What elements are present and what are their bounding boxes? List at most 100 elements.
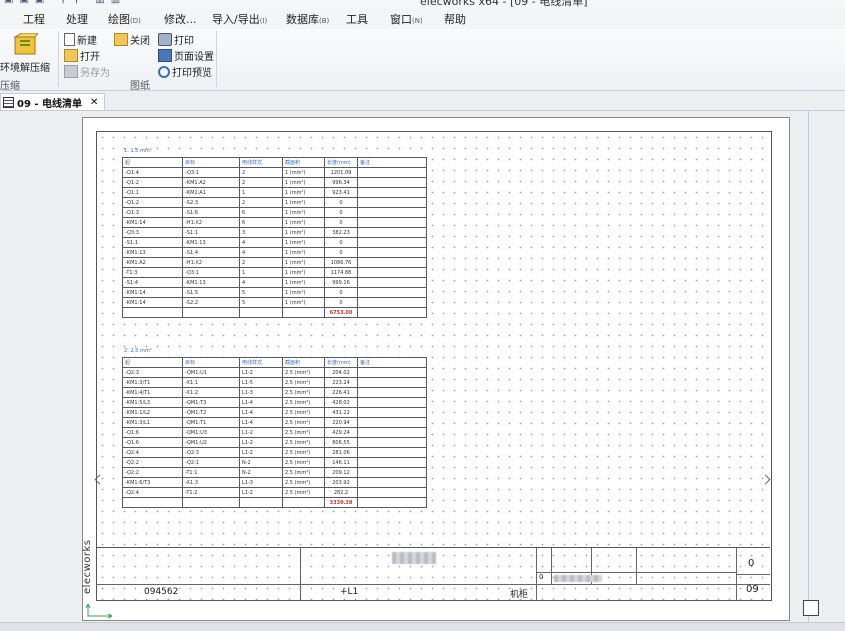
table-cell: -KM1:14 bbox=[122, 287, 183, 298]
table2-caption: 2: 2.5 mm² bbox=[124, 348, 152, 354]
table-cell bbox=[357, 437, 427, 448]
table-cell: L1-4 bbox=[239, 417, 283, 428]
table-cell: -T1:1 bbox=[182, 467, 240, 478]
new-button[interactable]: 新建 bbox=[64, 32, 97, 47]
table-header-cell: 长度(mm) bbox=[324, 157, 358, 168]
table-cell: -QM1:U1 bbox=[182, 367, 240, 378]
table-cell: 0 bbox=[324, 207, 358, 218]
brand-text: elecworks bbox=[82, 539, 93, 595]
table-cell: 3 bbox=[239, 227, 283, 238]
print-button[interactable]: 打印 bbox=[158, 32, 194, 47]
table-cell: 428.02 bbox=[324, 397, 358, 408]
table-cell bbox=[282, 497, 325, 508]
table-cell bbox=[357, 397, 427, 408]
menu-draw[interactable]: 绘图(D) bbox=[108, 11, 141, 27]
table-cell bbox=[182, 497, 240, 508]
table-cell: 226.41 bbox=[324, 387, 358, 398]
tab-label: 09 - 电线清单 bbox=[17, 98, 83, 110]
table-cell bbox=[357, 307, 427, 318]
table-cell: 2.5 (mm²) bbox=[282, 467, 325, 478]
archive-icon bbox=[13, 33, 38, 55]
table-row: -KM1:13 -S1:4 4 1 (mm²) 0 bbox=[122, 247, 427, 258]
table-cell: 204.02 bbox=[324, 367, 358, 378]
table-cell: 2.5 (mm²) bbox=[282, 457, 325, 468]
table-cell: N-2 bbox=[239, 457, 283, 468]
table-cell: -KM1:4/T1 bbox=[122, 387, 183, 398]
table-cell: 5 bbox=[239, 297, 283, 308]
table-cell: 2.5 (mm²) bbox=[282, 387, 325, 398]
menu-process[interactable]: 处理 bbox=[66, 11, 88, 27]
table-cell: -KM1:A1 bbox=[182, 187, 240, 198]
print-preview-button[interactable]: 打印预览 bbox=[158, 64, 212, 79]
table-cell: 4 bbox=[239, 237, 283, 248]
revision-index: 0 bbox=[539, 573, 544, 581]
table-cell: 1 (mm²) bbox=[282, 187, 325, 198]
table-row: -KM1:1/L2 -QM1:T2 L1-4 2.5 (mm²) 431.22 bbox=[122, 407, 427, 418]
table-cell: 1 (mm²) bbox=[282, 277, 325, 288]
table-cell: -Q1:6 bbox=[122, 427, 183, 438]
table-cell: 1 (mm²) bbox=[282, 227, 325, 238]
close-label: 关闭 bbox=[130, 36, 150, 47]
table-cell: L1-4 bbox=[239, 397, 283, 408]
table-cell: -KM1:A2 bbox=[182, 177, 240, 188]
wire-table-2: 起目标 电线样式 截面积 长度(mm) 备注 -Q2:3 -QM1:U1 L1-2 2.5 (m… bbox=[122, 357, 427, 508]
table-cell: -Q2:2 bbox=[122, 457, 183, 468]
open-button[interactable]: 打开 bbox=[64, 48, 100, 63]
tab-wire-list[interactable]: 09 - 电线清单 ✕ bbox=[0, 93, 106, 110]
table-cell: 2 bbox=[239, 167, 283, 178]
table-cell: -S1:4 bbox=[182, 247, 240, 258]
compress-button[interactable]: 环境解压缩 bbox=[0, 31, 56, 75]
menu-project[interactable]: 工程 bbox=[23, 11, 45, 27]
page-setup-label: 页面设置 bbox=[174, 52, 214, 63]
length-total: 6753.00 bbox=[324, 307, 358, 318]
table-cell bbox=[357, 227, 427, 238]
page-setup-button[interactable]: 页面设置 bbox=[158, 48, 214, 63]
table-cell: -KM1:14 bbox=[122, 297, 183, 308]
table-cell: 282.2 bbox=[324, 487, 358, 498]
close-tab-icon[interactable]: ✕ bbox=[90, 97, 98, 108]
save-as-button[interactable]: 另存为 bbox=[64, 64, 110, 79]
table-cell: 6 bbox=[239, 217, 283, 228]
table-row: -KM1:14 -H1:X2 6 1 (mm²) 0 bbox=[122, 217, 427, 228]
table-row: -KM1:6/T3 -X1:3 L1-3 2.5 (mm²) 203.92 bbox=[122, 477, 427, 488]
table-cell: -KM1:3/L1 bbox=[122, 417, 183, 428]
table-cell: 2.5 (mm²) bbox=[282, 437, 325, 448]
table-row: -S1:4 -KM1:13 4 1 (mm²) 999.16 bbox=[122, 277, 427, 288]
menu-tools[interactable]: 工具 bbox=[346, 11, 368, 27]
table-total-row: 3339.38 bbox=[122, 497, 427, 508]
table-cell: 1 (mm²) bbox=[282, 257, 325, 268]
ribbon: 环境解压缩 压缩 新建 关闭 打开 另存为 打印 页面设置 打印预览 图纸 bbox=[0, 29, 845, 92]
table-cell: -Q1:2 bbox=[122, 177, 183, 188]
menu-database[interactable]: 数据库(B) bbox=[286, 11, 329, 27]
table-cell bbox=[357, 377, 427, 388]
table-cell bbox=[357, 447, 427, 458]
menu-modify[interactable]: 修改... bbox=[164, 11, 197, 27]
menu-import-export[interactable]: 导入/导出(I) bbox=[212, 11, 267, 27]
table-header-cell: 截面积 bbox=[282, 357, 325, 368]
table-cell: 5 bbox=[239, 287, 283, 298]
table-cell: 0 bbox=[324, 217, 358, 228]
table-cell: 4 bbox=[239, 247, 283, 258]
table-cell: -Q3:3 bbox=[122, 227, 183, 238]
table-cell: -Q2:3 bbox=[122, 367, 183, 378]
ribbon-separator bbox=[58, 31, 59, 87]
table-cell bbox=[357, 457, 427, 468]
quick-access-icons[interactable]: ▣▣▣ ⚲⚲ ▥▥ bbox=[4, 0, 126, 5]
table-cell: -T1:2 bbox=[182, 487, 240, 498]
table-cell bbox=[357, 277, 427, 288]
table-cell: L1-5 bbox=[239, 377, 283, 388]
table-cell: -T1:3 bbox=[122, 267, 183, 278]
table-cell: 806.55 bbox=[324, 437, 358, 448]
close-button[interactable]: 关闭 bbox=[114, 32, 150, 47]
table-cell: -Q2:3 bbox=[182, 447, 240, 458]
magnifier-icon bbox=[158, 65, 170, 78]
wire-table-1: 起目标 电线样式 截面积 长度(mm) 备注 -Q1:4 -Q3:1 2 1 (mm²) 1201… bbox=[122, 157, 427, 318]
table-cell: -S1:1 bbox=[122, 237, 183, 248]
table-cell: -KM1:13 bbox=[122, 247, 183, 258]
menu-window[interactable]: 窗口(N) bbox=[390, 11, 423, 27]
menu-help[interactable]: 帮助 bbox=[444, 11, 466, 27]
table-cell bbox=[357, 477, 427, 488]
table-cell: -S1:6 bbox=[182, 207, 240, 218]
table-row: -Q1:6 -QM1:U3 L1-2 2.5 (mm²) 429.24 bbox=[122, 427, 427, 438]
table-cell: -Q1:3 bbox=[122, 207, 183, 218]
